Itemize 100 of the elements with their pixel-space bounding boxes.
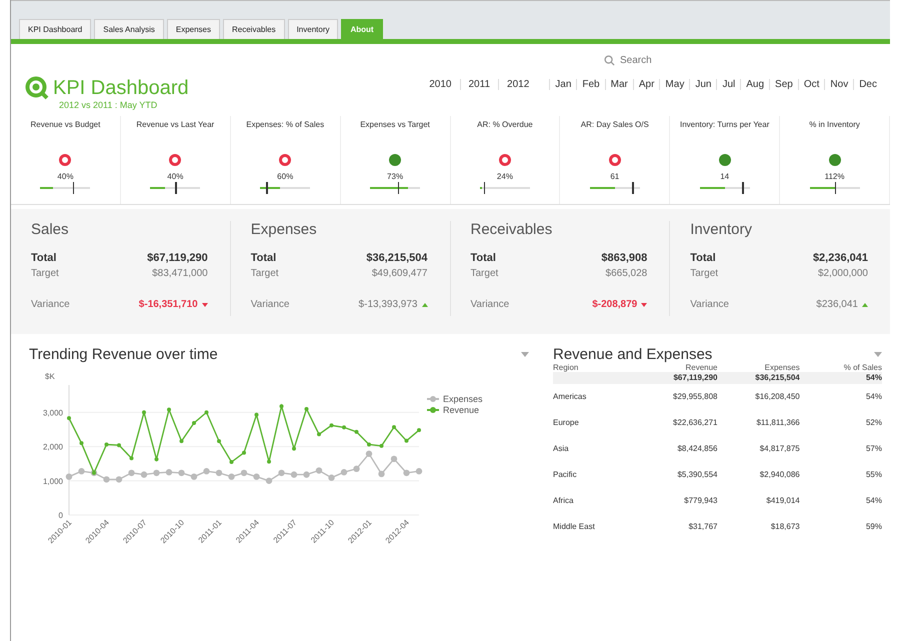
total-cell: 54% <box>800 372 882 384</box>
table-cell-text: 57% <box>864 443 882 455</box>
summary-title: Sales <box>31 221 70 238</box>
y-tick-label: 0 <box>58 511 63 520</box>
month-option[interactable]: Jul <box>716 79 740 90</box>
table-cell-text: $18,673 <box>770 521 800 533</box>
kpi-title: Revenue vs Last Year <box>136 120 214 131</box>
point <box>304 406 308 411</box>
table-cell-text: $2,940,086 <box>758 469 800 481</box>
point <box>103 476 110 483</box>
point <box>280 404 284 408</box>
kpi-value: 73% <box>387 172 404 181</box>
total-cell: $67,119,290 <box>635 372 718 384</box>
month-option[interactable]: Jan <box>549 79 576 90</box>
point <box>128 470 135 476</box>
point <box>140 471 148 478</box>
tab[interactable]: Sales Analysis <box>94 19 164 39</box>
table-cell-text: Americas <box>553 391 588 403</box>
total-value: $36,215,504 <box>366 252 428 264</box>
tab[interactable]: Inventory <box>288 19 338 39</box>
target-label: Target <box>31 268 59 279</box>
month-option[interactable]: Mar <box>604 79 633 90</box>
point <box>317 432 321 436</box>
target-value: $665,028 <box>606 268 648 279</box>
point <box>142 410 146 414</box>
point <box>228 473 235 480</box>
point <box>316 467 322 474</box>
column-header[interactable]: Region <box>553 363 636 372</box>
table-cell-text: $29,955,808 <box>672 391 718 403</box>
point <box>154 457 158 462</box>
point <box>354 430 358 434</box>
point <box>267 460 271 464</box>
kpi-value: 24% <box>496 172 513 181</box>
kpi-title: Expenses vs Target <box>360 120 430 131</box>
point <box>117 443 121 448</box>
y-tick-label: 1,000 <box>42 476 63 486</box>
kpi-title: Inventory: Turns per Year <box>680 120 770 131</box>
year-option[interactable]: 2012 <box>498 79 538 90</box>
column-header[interactable]: Expenses <box>718 363 800 372</box>
target-value: $2,000,000 <box>818 268 868 279</box>
variance-label: Variance <box>250 299 290 310</box>
tab[interactable]: Receivables <box>223 19 285 39</box>
table-cell-text: $5,390,554 <box>676 469 718 481</box>
kpi-value: 60% <box>277 172 294 181</box>
variance-label: Variance <box>470 299 510 310</box>
tab[interactable]: Expenses <box>166 19 220 39</box>
year-option[interactable]: 2011 <box>460 79 498 90</box>
point <box>230 460 234 464</box>
point <box>216 470 222 476</box>
month-option[interactable]: May <box>659 79 690 90</box>
month-option[interactable]: Nov <box>824 79 854 90</box>
kpi-title: Expenses: % of Sales <box>246 120 324 131</box>
kpi-title: Revenue vs Budget <box>30 120 100 131</box>
month-option[interactable]: Dec <box>853 79 882 90</box>
point <box>278 470 285 476</box>
point <box>217 439 221 444</box>
column-header[interactable]: % of Sales <box>800 363 882 372</box>
point <box>390 456 398 462</box>
table-cell-text: $8,424,856 <box>676 443 718 455</box>
point <box>104 442 108 447</box>
point <box>116 476 122 483</box>
kpi-value: 40% <box>167 172 184 181</box>
point <box>378 470 385 478</box>
point <box>342 425 346 430</box>
point <box>78 468 85 474</box>
point <box>292 446 296 451</box>
column-header[interactable]: Revenue <box>635 363 718 372</box>
kpi-value: 14 <box>720 172 730 181</box>
target-label: Target <box>690 268 718 279</box>
tab[interactable]: KPI Dashboard <box>19 19 92 39</box>
summary-title: Expenses <box>250 221 318 238</box>
variance-value: $-16,351,710 <box>138 299 198 310</box>
month-option[interactable]: Oct <box>798 79 824 90</box>
table-cell-text: $11,811,366 <box>755 417 800 429</box>
month-option[interactable]: Feb <box>576 79 605 90</box>
point <box>240 470 248 476</box>
month-option[interactable]: Sep <box>769 79 798 90</box>
kpi-title: AR: % Overdue <box>477 120 533 131</box>
point <box>404 438 408 443</box>
table-cell-text: $22,636,271 <box>672 417 718 429</box>
point <box>167 408 171 412</box>
point <box>178 470 185 476</box>
month-option[interactable]: Aug <box>740 79 770 90</box>
point <box>66 473 72 480</box>
point <box>67 416 71 420</box>
kpi-value: 61 <box>610 172 620 181</box>
table-cell-text: Asia <box>553 443 570 455</box>
table-cell-text: 59% <box>864 521 882 533</box>
table-cell-text: Europe <box>553 417 580 429</box>
point <box>416 468 422 474</box>
kpi-title: AR: Day Sales O/S <box>580 120 649 131</box>
table-cell-text: $4,817,875 <box>758 443 800 455</box>
point <box>353 466 360 472</box>
year-option[interactable]: 2010 <box>421 79 460 90</box>
total-cell: $36,215,504 <box>718 372 800 384</box>
variance-value: $236,041 <box>816 299 858 310</box>
legend-label: Expenses <box>443 394 483 404</box>
month-option[interactable]: Apr <box>632 79 660 90</box>
target-value: $83,471,000 <box>152 268 208 279</box>
month-option[interactable]: Jun <box>689 79 716 90</box>
